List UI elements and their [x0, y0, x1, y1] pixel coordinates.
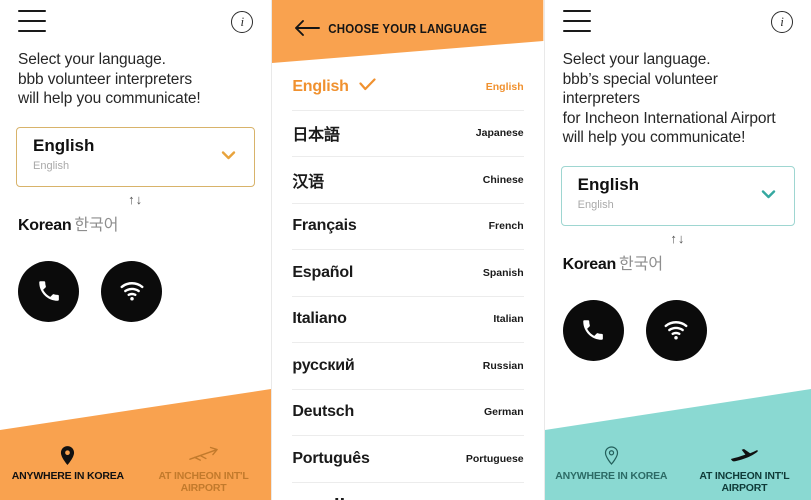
action-buttons-right — [562, 299, 811, 361]
phone-icon — [580, 317, 606, 343]
language-row-left: 日本語 — [292, 121, 340, 145]
bottom-tabs-right: ANYWHERE IN KOREA AT INCHEON INT'L AIRPO… — [545, 443, 811, 494]
tab-label-incheon-airport: AT INCHEON INT'L AIRPORT — [699, 470, 790, 494]
check-icon — [359, 78, 376, 96]
target-language-right: Korean 한국어 — [563, 250, 811, 274]
language-select-value-right: English — [577, 174, 640, 194]
language-english-name: Spanish — [482, 266, 524, 279]
language-row[interactable]: Português Portuguese — [292, 436, 524, 483]
language-native-name: Français — [292, 217, 357, 235]
info-icon[interactable]: i — [771, 11, 793, 33]
intro-text-left: Select your language. bbb volunteer inte… — [18, 51, 201, 107]
language-select-sub-right: English — [577, 198, 614, 211]
language-native-name: Español — [292, 263, 354, 281]
language-row[interactable]: русский Russian — [292, 343, 524, 390]
tab-label-anywhere-in-korea: ANYWHERE IN KOREA — [11, 470, 124, 482]
phone-call-button-left[interactable] — [18, 260, 79, 322]
language-row-left: English — [292, 77, 376, 96]
language-row-left: Deutsch — [292, 403, 354, 421]
language-english-name: Chinese — [482, 173, 524, 186]
language-english-name: Italian — [493, 313, 524, 326]
language-row[interactable]: English English — [292, 64, 524, 111]
target-language-native-right: 한국어 — [618, 255, 664, 273]
language-row-left: Português — [292, 449, 370, 468]
target-language-english-left: Korean — [18, 216, 72, 234]
language-native-name: English — [292, 77, 349, 95]
language-row-left: русский — [292, 357, 354, 375]
hamburger-icon[interactable] — [562, 10, 591, 32]
tab-anywhere-in-korea[interactable]: ANYWHERE IN KOREA — [545, 443, 678, 494]
language-english-name: French — [488, 220, 524, 233]
wifi-button-right[interactable] — [645, 299, 707, 361]
chevron-down-icon — [761, 187, 776, 202]
language-native-name: 汉语 — [292, 173, 324, 191]
tab-label-anywhere-in-korea: ANYWHERE IN KOREA — [555, 470, 668, 482]
top-bar-right: i — [545, 0, 811, 44]
chevron-down-icon — [221, 148, 236, 163]
bottom-band-right: ANYWHERE IN KOREA AT INCHEON INT'L AIRPO… — [544, 375, 811, 500]
language-english-name: Japanese — [475, 127, 524, 140]
bottom-tabs-left: ANYWHERE IN KOREA AT INCHEON INT'L AIRPO… — [0, 443, 271, 494]
tab-incheon-airport[interactable]: AT INCHEON INT'L AIRPORT — [678, 443, 811, 494]
tab-incheon-airport[interactable]: AT INCHEON INT'L AIRPORT — [136, 443, 272, 494]
language-row[interactable]: Français French — [292, 204, 524, 250]
target-language-native-left: 한국어 — [74, 216, 119, 234]
top-bar-left: i — [0, 0, 271, 44]
panel-anywhere-in-korea: i Select your language. bbb volunteer in… — [0, 0, 272, 500]
language-english-name: English — [485, 80, 524, 93]
language-native-name: русский — [292, 356, 355, 374]
language-english-name: German — [483, 406, 524, 419]
panel-incheon-airport: i Select your language. bbb’s special vo… — [544, 0, 811, 500]
language-select-value-left: English — [33, 135, 95, 155]
airplane-icon — [136, 443, 272, 467]
swap-languages-left[interactable]: ↑↓ — [0, 191, 271, 209]
language-english-name: Portuguese — [465, 452, 524, 465]
language-row[interactable]: 日本語 Japanese — [292, 111, 524, 157]
phone-icon — [36, 278, 62, 304]
language-row[interactable]: 汉语 Chinese — [292, 157, 524, 204]
language-native-name: العربية — [292, 495, 345, 500]
language-row-left: العربية — [292, 495, 345, 500]
bottom-band-left: ANYWHERE IN KOREA AT INCHEON INT'L AIRPO… — [0, 375, 272, 500]
target-language-left: Korean 한국어 — [18, 211, 271, 235]
language-row-left: Français — [292, 217, 356, 235]
language-native-name: 日本語 — [292, 127, 340, 145]
language-header: CHOOSE YOUR LANGUAGE — [272, 0, 544, 64]
swap-languages-right[interactable]: ↑↓ — [545, 230, 811, 248]
intro-text-right: Select your language. bbb’s special volu… — [562, 51, 776, 146]
panel-choose-language: CHOOSE YOUR LANGUAGE English English 日本語 Ja… — [271, 0, 545, 500]
screenshot-stage: i Select your language. bbb volunteer in… — [0, 0, 811, 500]
language-select-left[interactable]: English English — [16, 126, 256, 187]
phone-call-button-right[interactable] — [562, 299, 624, 361]
language-row-left: 汉语 — [292, 168, 324, 192]
hamburger-icon[interactable] — [18, 10, 46, 32]
language-row-left: Español — [292, 264, 353, 282]
language-row[interactable]: Italiano Italian — [292, 297, 524, 343]
target-language-english-right: Korean — [562, 255, 617, 273]
language-native-name: Português — [292, 449, 370, 467]
wifi-icon — [662, 316, 690, 344]
language-select-right[interactable]: English English — [560, 165, 795, 226]
language-native-name: Italiano — [292, 310, 347, 328]
language-list: English English 日本語 Japanese 汉语 Chinese França… — [272, 64, 543, 500]
location-pin-icon — [0, 443, 136, 467]
language-row-left: Italiano — [292, 310, 347, 328]
language-row[interactable]: Español Spanish — [292, 250, 524, 297]
wifi-icon — [118, 277, 146, 305]
tab-anywhere-in-korea[interactable]: ANYWHERE IN KOREA — [0, 443, 136, 494]
language-native-name: Deutsch — [292, 403, 355, 421]
language-row[interactable]: Deutsch German — [292, 390, 524, 436]
page-title: CHOOSE YOUR LANGUAGE — [328, 22, 488, 36]
tab-label-incheon-airport: AT INCHEON INT'L AIRPORT — [158, 470, 249, 494]
airplane-icon — [678, 443, 811, 467]
location-pin-icon — [545, 443, 678, 467]
language-select-sub-left: English — [33, 159, 70, 172]
action-buttons-left — [18, 260, 271, 322]
language-row[interactable]: العربيةArabic — [292, 483, 523, 500]
info-icon[interactable]: i — [231, 11, 254, 33]
language-english-name: Russian — [482, 359, 524, 372]
wifi-button-left[interactable] — [101, 260, 162, 322]
